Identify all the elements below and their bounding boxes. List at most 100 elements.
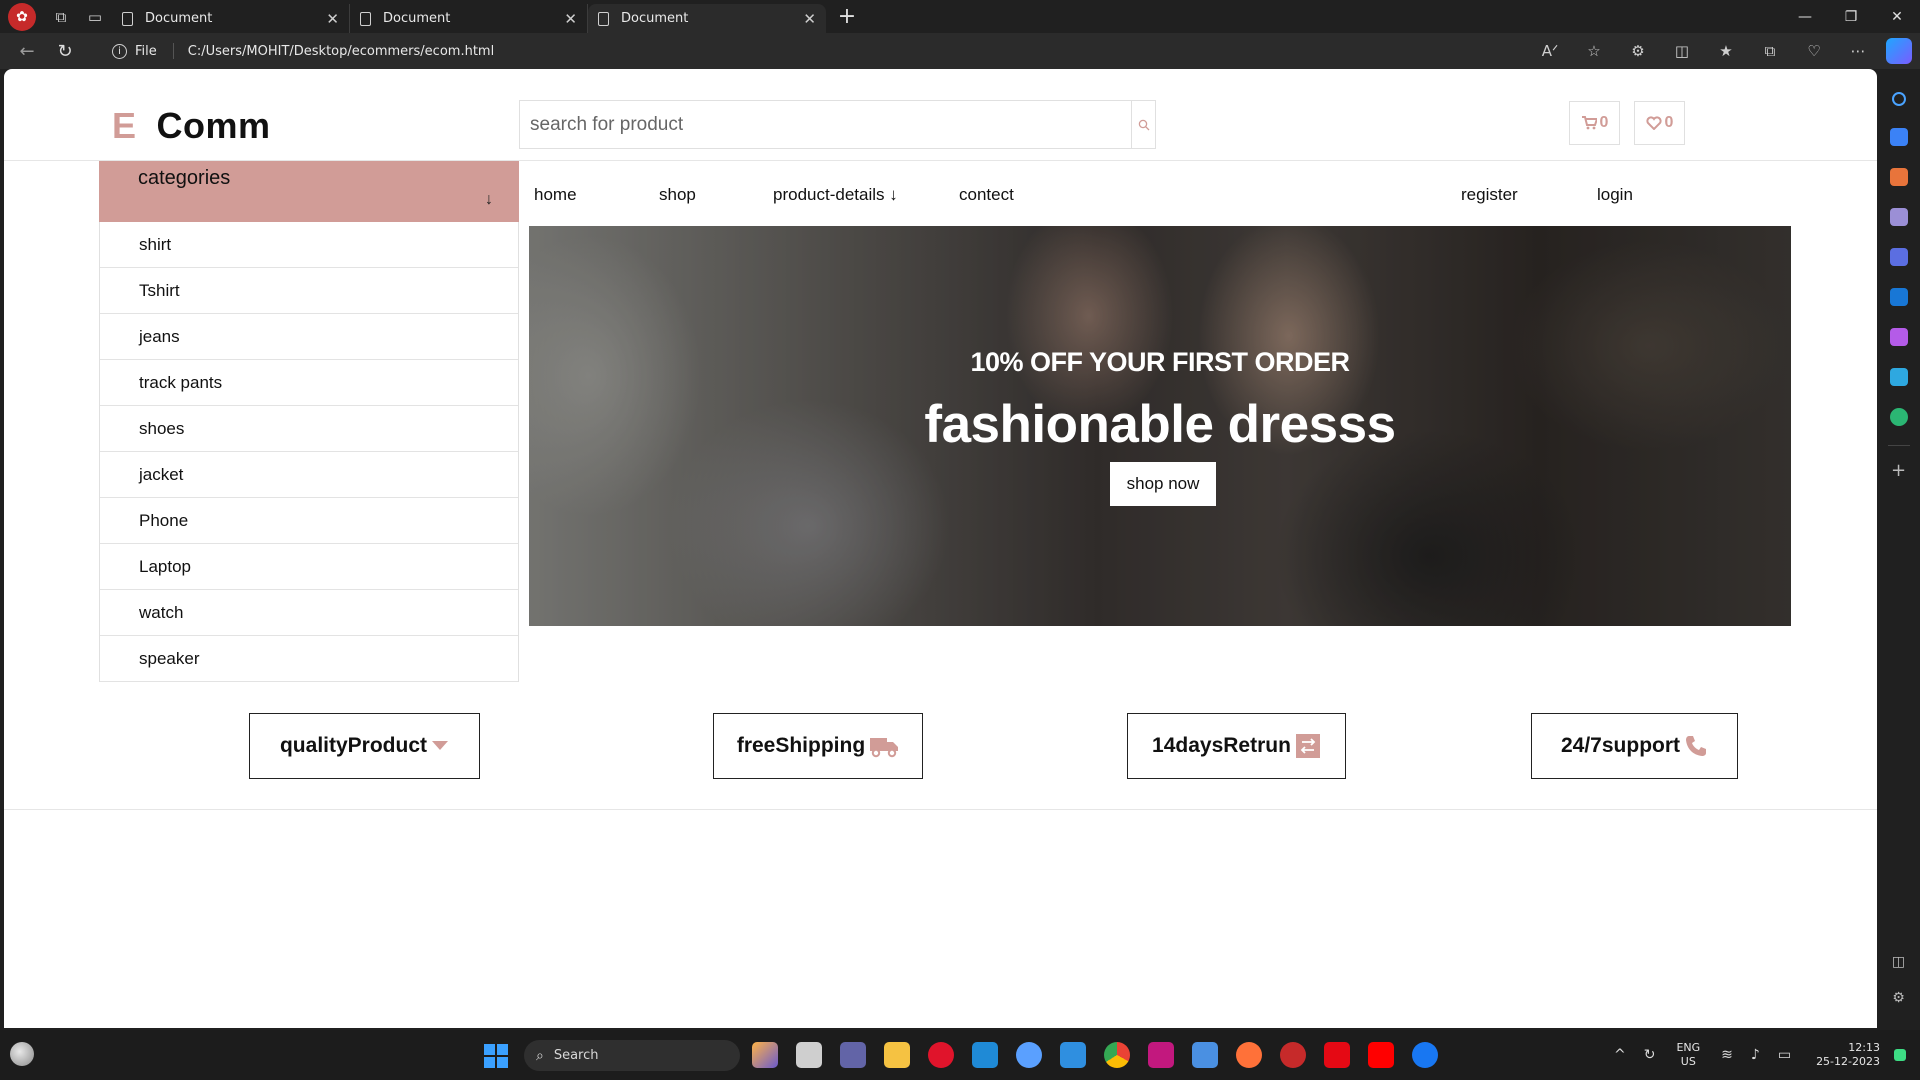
- mail-app-icon[interactable]: [1060, 1042, 1086, 1068]
- search-button[interactable]: [1131, 101, 1155, 148]
- split-screen-icon[interactable]: ◫: [1660, 42, 1704, 60]
- search-input[interactable]: [520, 101, 1131, 148]
- sidebar-settings-icon[interactable]: ⚙: [1892, 990, 1905, 1006]
- nav-product-details[interactable]: product-details ↓: [773, 185, 898, 205]
- add-sidebar-app-icon[interactable]: +: [1891, 460, 1906, 481]
- netflix-app-icon[interactable]: [1324, 1042, 1350, 1068]
- file-explorer-icon[interactable]: [884, 1042, 910, 1068]
- phone-icon: [1686, 736, 1707, 756]
- facebook-app-icon[interactable]: [1412, 1042, 1438, 1068]
- cart-button[interactable]: 0: [1569, 101, 1620, 145]
- nav-home[interactable]: home: [534, 185, 577, 205]
- favorite-star-icon[interactable]: ☆: [1572, 42, 1616, 60]
- start-button[interactable]: [484, 1044, 508, 1068]
- workspaces-icon[interactable]: ⧉: [44, 0, 78, 33]
- designer-icon[interactable]: [1889, 328, 1908, 346]
- games-icon[interactable]: [1889, 208, 1908, 226]
- category-item[interactable]: Phone: [100, 498, 518, 544]
- minimize-icon[interactable]: —: [1782, 9, 1828, 25]
- chevron-up-icon[interactable]: ^: [1614, 1047, 1626, 1063]
- browser-tab[interactable]: Document ✕: [112, 4, 350, 33]
- browser-tab[interactable]: Document ✕: [350, 4, 588, 33]
- copilot-icon[interactable]: [1886, 38, 1912, 64]
- volume-icon[interactable]: ♪: [1751, 1047, 1760, 1063]
- favorites-icon[interactable]: ★: [1704, 42, 1748, 60]
- search-icon[interactable]: [1891, 92, 1906, 106]
- search-bar: [519, 100, 1156, 149]
- task-view-icon[interactable]: [796, 1042, 822, 1068]
- favorites-button[interactable]: 0: [1634, 101, 1685, 145]
- sync-icon[interactable]: ↻: [1644, 1047, 1656, 1063]
- category-item[interactable]: speaker: [100, 636, 518, 682]
- nav-login[interactable]: login: [1597, 185, 1633, 205]
- media-app-icon[interactable]: [1148, 1042, 1174, 1068]
- category-item[interactable]: track pants: [100, 360, 518, 406]
- browser-tab-active[interactable]: Document ✕: [588, 4, 826, 33]
- categories-toggle[interactable]: categories ↓: [99, 161, 519, 222]
- battery-icon[interactable]: ▭: [1778, 1047, 1791, 1063]
- category-item[interactable]: jacket: [100, 452, 518, 498]
- close-icon[interactable]: ✕: [326, 10, 339, 28]
- close-icon[interactable]: ✕: [803, 10, 816, 28]
- shop-now-button[interactable]: shop now: [1110, 462, 1216, 506]
- hide-sidebar-icon[interactable]: ◫: [1892, 954, 1905, 970]
- category-item[interactable]: Laptop: [100, 544, 518, 590]
- new-tab-button[interactable]: +: [832, 4, 862, 29]
- close-window-icon[interactable]: ✕: [1874, 9, 1920, 25]
- restore-icon[interactable]: ❐: [1828, 9, 1874, 25]
- clock[interactable]: 12:13 25-12-2023: [1816, 1041, 1880, 1069]
- nav-register[interactable]: register: [1461, 185, 1518, 205]
- logo-text: Comm: [156, 105, 271, 146]
- notification-icon[interactable]: [1894, 1049, 1906, 1061]
- search-icon: [1138, 119, 1149, 130]
- refresh-icon[interactable]: ↻: [46, 41, 84, 62]
- window-controls: — ❐ ✕: [1782, 9, 1920, 25]
- chrome-app-icon[interactable]: [1104, 1042, 1130, 1068]
- youtube-app-icon[interactable]: [1368, 1042, 1394, 1068]
- taskbar-search[interactable]: ⌕ Search: [524, 1040, 740, 1071]
- firefox-app-icon[interactable]: [1236, 1042, 1262, 1068]
- store-app-icon[interactable]: [1192, 1042, 1218, 1068]
- widgets-app-icon[interactable]: [752, 1042, 778, 1068]
- wifi-icon[interactable]: ≋: [1721, 1047, 1733, 1063]
- back-icon[interactable]: ←: [8, 41, 46, 62]
- category-item[interactable]: shirt: [100, 222, 518, 268]
- nav-shop[interactable]: shop: [659, 185, 696, 205]
- teams-app-icon[interactable]: [840, 1042, 866, 1068]
- close-icon[interactable]: ✕: [564, 10, 577, 28]
- info-icon[interactable]: i: [112, 43, 127, 59]
- outlook-icon[interactable]: [1889, 288, 1908, 306]
- microsoft365-icon[interactable]: [1889, 248, 1908, 266]
- tab-actions-icon[interactable]: ▭: [78, 0, 112, 33]
- chrome-alt-app-icon[interactable]: [1016, 1042, 1042, 1068]
- clock-date: 25-12-2023: [1816, 1055, 1880, 1068]
- language-indicator[interactable]: ENG US: [1676, 1041, 1700, 1069]
- tree-icon[interactable]: [1889, 408, 1908, 426]
- profile-avatar[interactable]: ✿: [8, 2, 36, 31]
- nav-contact[interactable]: contect: [959, 185, 1014, 205]
- category-item[interactable]: jeans: [100, 314, 518, 360]
- exchange-icon: [1295, 734, 1320, 758]
- site-logo[interactable]: E Comm: [112, 105, 271, 147]
- extensions-icon[interactable]: ⚙: [1616, 42, 1660, 60]
- category-item[interactable]: Tshirt: [100, 268, 518, 314]
- tools-icon[interactable]: [1889, 168, 1908, 186]
- drop-icon[interactable]: [1889, 368, 1908, 386]
- vscode-app-icon[interactable]: [972, 1042, 998, 1068]
- more-options-icon[interactable]: ⋯: [1836, 42, 1880, 60]
- address-bar[interactable]: i File C:/Users/MOHIT/Desktop/ecommers/e…: [112, 37, 494, 65]
- collections-icon[interactable]: ⧉: [1748, 42, 1792, 60]
- category-item[interactable]: shoes: [100, 406, 518, 452]
- taskbar-search-label: Search: [553, 1048, 599, 1063]
- sidebar-bottom: ◫ ⚙: [1892, 944, 1905, 1016]
- weather-icon[interactable]: [10, 1042, 34, 1066]
- opera-app-icon[interactable]: [928, 1042, 954, 1068]
- shopping-icon[interactable]: [1889, 128, 1908, 146]
- category-item[interactable]: watch: [100, 590, 518, 636]
- feature-24-7-support: 24/7support: [1531, 713, 1738, 779]
- performance-icon[interactable]: ♡: [1792, 42, 1836, 60]
- read-aloud-icon[interactable]: Aᐟ: [1528, 42, 1572, 60]
- edge-app-icon[interactable]: [1280, 1042, 1306, 1068]
- url-text[interactable]: C:/Users/MOHIT/Desktop/ecommers/ecom.htm…: [188, 44, 494, 59]
- caret-down-icon: [432, 741, 448, 750]
